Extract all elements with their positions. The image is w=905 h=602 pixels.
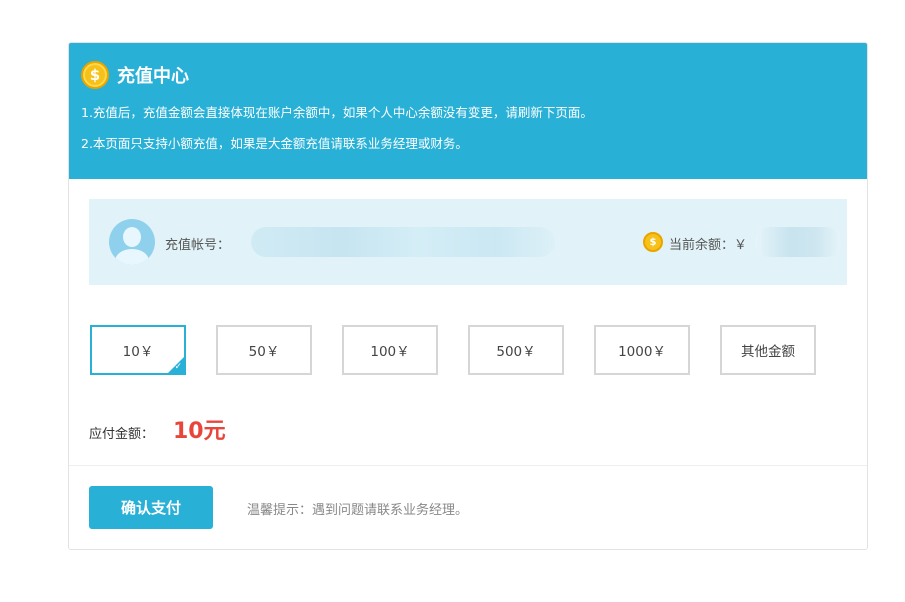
recharge-header: $ 充值中心 1.充值后，充值金额会直接体现在账户余额中，如果个人中心余额没有变… bbox=[69, 43, 867, 179]
amount-option-other[interactable]: 其他金额 bbox=[720, 325, 816, 375]
amount-option-label: 其他金额 bbox=[741, 344, 795, 360]
amount-option-10[interactable]: 10￥ ✓ bbox=[90, 325, 186, 375]
account-info-box: 充值帐号： $ 当前余额：￥ bbox=[89, 199, 847, 285]
avatar-body-icon bbox=[115, 249, 149, 265]
page-title: 充值中心 bbox=[117, 66, 189, 87]
payable-amount: 10元 bbox=[173, 419, 226, 444]
confirm-pay-button[interactable]: 确认支付 bbox=[89, 486, 213, 529]
amount-option-label: 50￥ bbox=[248, 344, 280, 360]
balance-value-blurred bbox=[755, 227, 841, 257]
coin-icon: $ bbox=[81, 61, 109, 89]
amount-option-label: 10￥ bbox=[122, 344, 154, 360]
notice-2: 2.本页面只支持小额充值，如果是大金额充值请联系业务经理或财务。 bbox=[81, 136, 468, 151]
payable-label: 应付金额： bbox=[89, 427, 155, 442]
account-value-blurred bbox=[251, 227, 555, 257]
avatar bbox=[109, 219, 155, 265]
notice-1: 1.充值后，充值金额会直接体现在账户余额中，如果个人中心余额没有变更，请刷新下页… bbox=[81, 105, 593, 120]
amount-option-100[interactable]: 100￥ bbox=[342, 325, 438, 375]
amount-option-label: 500￥ bbox=[496, 344, 536, 360]
recharge-panel: $ 充值中心 1.充值后，充值金额会直接体现在账户余额中，如果个人中心余额没有变… bbox=[68, 42, 868, 550]
amount-option-label: 100￥ bbox=[370, 344, 410, 360]
balance-label: 当前余额：￥ bbox=[669, 238, 748, 253]
amount-option-label: 1000￥ bbox=[618, 344, 666, 360]
tip-text: 温馨提示：遇到问题请联系业务经理。 bbox=[247, 503, 469, 518]
amount-option-500[interactable]: 500￥ bbox=[468, 325, 564, 375]
balance-coin-icon: $ bbox=[643, 232, 663, 252]
check-icon: ✓ bbox=[174, 362, 182, 372]
divider bbox=[69, 465, 867, 466]
avatar-head-icon bbox=[123, 227, 141, 247]
title-row: $ 充值中心 bbox=[81, 59, 855, 91]
account-label: 充值帐号： bbox=[165, 238, 231, 253]
amount-option-1000[interactable]: 1000￥ bbox=[594, 325, 690, 375]
amount-option-50[interactable]: 50￥ bbox=[216, 325, 312, 375]
